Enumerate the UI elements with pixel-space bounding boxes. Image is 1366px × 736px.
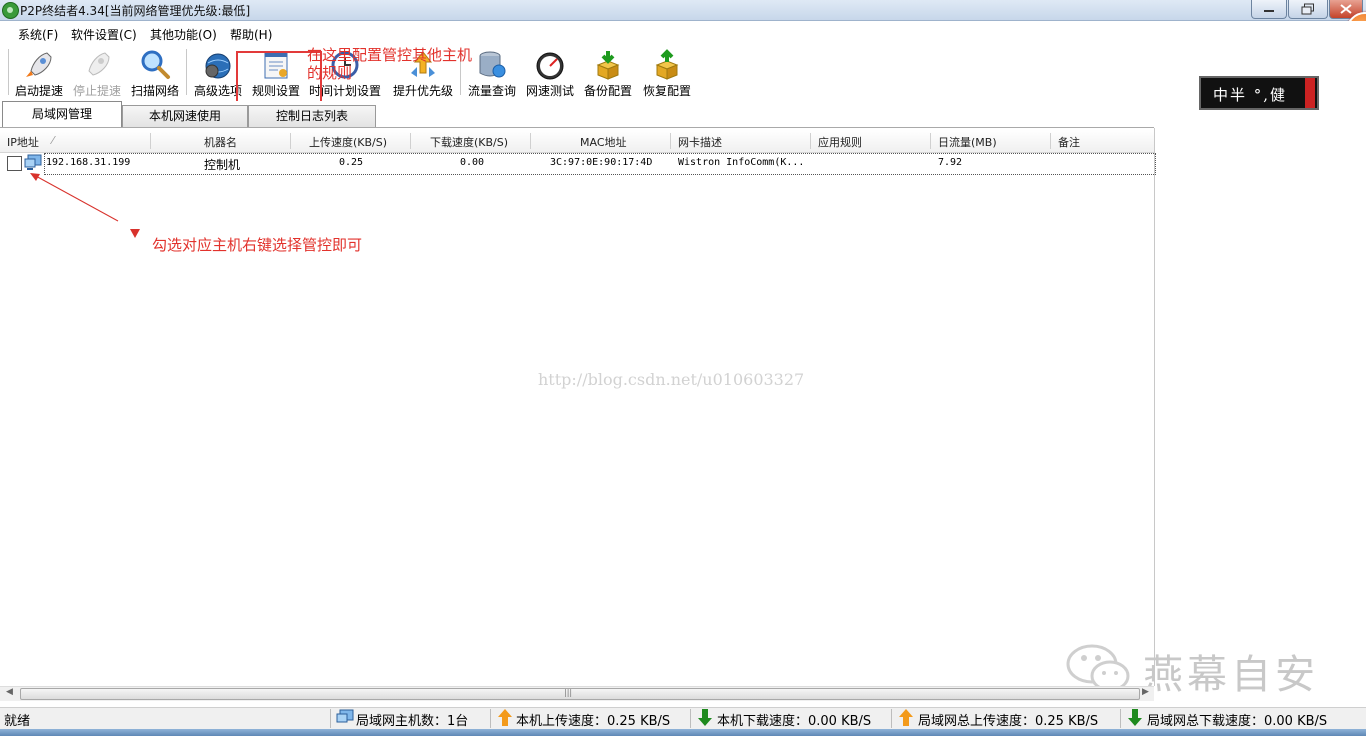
column-app-rule[interactable]: 应用规则 [818,134,862,150]
database-icon [479,51,506,78]
status-divider [891,709,892,728]
tab-lan-management[interactable]: 局域网管理 [2,101,122,127]
menu-software-settings[interactable]: 软件设置(C) [71,26,137,43]
magnifier-icon [141,50,170,79]
close-icon [1340,4,1352,14]
annotation-arrow [30,173,140,238]
speed-test-label: 网速测试 [525,84,574,98]
globe-gear-icon [205,53,231,79]
restore-button[interactable] [1288,0,1328,19]
restore-icon [1301,3,1314,15]
rocket-disabled-icon [88,52,110,76]
column-upload-speed[interactable]: 上传速度(KB/S) [309,134,387,150]
cell-nic: Wistron InfoComm(K... [678,157,805,168]
upload-arrow-icon [498,709,512,726]
sort-icon: ⁄ [52,134,54,147]
lan-upload-arrow-icon [899,709,913,726]
cell-upload-speed: 0.25 [339,157,364,168]
tab-local-speed[interactable]: 本机网速使用 [122,105,248,127]
backup-config-label: 备份配置 [583,84,632,98]
host-table [0,128,1155,686]
column-divider [930,133,931,149]
scan-network-label: 扫描网络 [130,84,179,98]
grip-icon: ||| [564,688,573,697]
status-lan-upload: 局域网总上传速度：0.25 KB/S [918,714,1099,729]
tab-control-log[interactable]: 控制日志列表 [248,105,376,127]
start-boost-button[interactable]: 启动提速 [12,45,66,99]
column-nic[interactable]: 网卡描述 [678,134,722,150]
scroll-right-icon[interactable]: ▶ [1142,687,1149,697]
status-lan-download: 局域网总下载速度：0.00 KB/S [1147,714,1328,729]
status-local-download: 本机下载速度：0.00 KB/S [717,714,872,729]
minimize-icon [1264,10,1274,12]
rocket-icon [26,52,52,77]
watermark-url: http://blog.csdn.net/u010603327 [538,370,805,389]
host-annotation: 勾选对应主机右键选择管控即可 [152,236,363,254]
cell-daily-traffic: 7.92 [938,157,963,168]
restore-config-button[interactable]: 恢复配置 [638,45,696,99]
menu-system[interactable]: 系统(F) [18,26,58,43]
column-daily-traffic[interactable]: 日流量(MB) [938,134,997,150]
column-machine-name[interactable]: 机器名 [204,134,237,150]
status-divider [690,709,691,728]
speed-test-button[interactable]: 网速测试 [522,45,578,99]
stop-boost-button[interactable]: 停止提速 [70,45,124,99]
rules-annotation: 在这里配置管控其他主机的规则 [307,46,473,82]
cell-mac: 3C:97:0E:90:17:4D [550,157,653,168]
restore-config-label: 恢复配置 [642,84,691,98]
raise-priority-label: 提升优先级 [392,84,453,98]
status-divider [330,709,331,728]
column-divider [530,133,531,149]
scrollbar-thumb[interactable] [20,688,1140,700]
app-icon [2,2,19,19]
backup-box-icon [596,51,620,80]
status-ready: 就绪 [4,714,31,729]
brand-text: 中半 °,健 [1213,86,1288,104]
wechat-watermark: 燕幕自安 [1143,652,1319,698]
download-arrow-icon [698,709,712,726]
scroll-left-icon[interactable]: ◀ [6,687,13,697]
column-divider [810,133,811,149]
toolbar-separator [8,49,9,95]
toolbar-separator [186,49,187,95]
menu-other-functions[interactable]: 其他功能(O) [150,26,217,43]
stop-boost-label: 停止提速 [72,84,121,98]
column-ip[interactable]: IP地址 [7,134,39,150]
status-divider [1120,709,1121,728]
cell-machine-name: 控制机 [204,158,241,172]
column-divider [1050,133,1051,149]
status-host-count: 局域网主机数：1台 [356,714,469,729]
restore-box-icon [655,49,679,80]
backup-config-button[interactable]: 备份配置 [580,45,636,99]
brand-logo: 中半 °,健 [1199,76,1319,110]
column-divider [150,133,151,149]
start-boost-label: 启动提速 [14,84,63,98]
os-taskbar [0,729,1366,736]
window-title: P2P终结者4.34[当前网络管理优先级:最低] [20,4,251,18]
column-mac[interactable]: MAC地址 [580,134,627,150]
traffic-query-label: 流量查询 [467,84,516,98]
lan-download-arrow-icon [1128,709,1142,726]
menu-help[interactable]: 帮助(H) [230,26,272,43]
speedometer-icon [536,52,564,80]
column-note[interactable]: 备注 [1058,134,1080,150]
lan-hosts-icon [336,709,354,723]
minimize-button[interactable] [1251,0,1287,19]
column-download-speed[interactable]: 下载速度(KB/S) [430,134,508,150]
status-divider [490,709,491,728]
column-divider [290,133,291,149]
scan-network-button[interactable]: 扫描网络 [128,45,182,99]
column-divider [670,133,671,149]
status-local-upload: 本机上传速度：0.25 KB/S [516,714,671,729]
cell-download-speed: 0.00 [460,157,485,168]
column-divider [410,133,411,149]
